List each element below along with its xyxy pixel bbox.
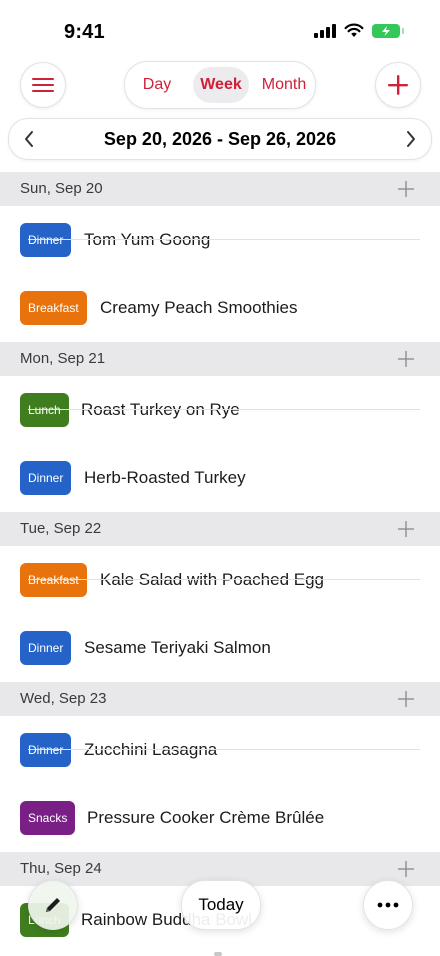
meal-name: Herb-Roasted Turkey <box>84 468 246 487</box>
meal-type-badge: Breakfast <box>20 563 87 597</box>
plus-icon[interactable] <box>398 181 414 197</box>
meal-name: Tom Yum Goong <box>84 230 211 249</box>
chevron-left-icon <box>25 131 33 147</box>
meal-type-badge: Dinner <box>20 733 72 767</box>
tab-day[interactable]: Day <box>131 62 183 108</box>
meal-name: Sesame Teriyaki Salmon <box>84 638 271 657</box>
day-section-header: Sun, Sep 20 <box>0 172 440 206</box>
wifi-icon <box>344 23 364 37</box>
view-mode-segmented-control: Day Week Month <box>124 61 316 109</box>
meal-row[interactable]: Dinner Tom Yum Goong <box>0 206 440 274</box>
meal-row[interactable]: Dinner Herb-Roasted Turkey <box>0 444 440 512</box>
meal-row[interactable]: Dinner Zucchini Lasagna <box>0 716 440 784</box>
date-range-title: Sep 20, 2026 - Sep 26, 2026 <box>103 129 337 149</box>
meal-name: Kale Salad with Poached Egg <box>100 570 324 589</box>
row-divider <box>28 239 420 240</box>
more-button[interactable] <box>363 880 413 930</box>
plus-icon[interactable] <box>398 351 414 367</box>
day-section-title: Tue, Sep 22 <box>20 520 102 537</box>
meal-name: Pressure Cooker Crème Brûlée <box>87 808 325 827</box>
day-section-header: Wed, Sep 23 <box>0 682 440 716</box>
meal-name: Zucchini Lasagna <box>84 740 218 759</box>
day-section-header: Mon, Sep 21 <box>0 342 440 376</box>
chevron-right-icon <box>407 131 415 147</box>
previous-week-button[interactable] <box>17 127 41 151</box>
tab-week[interactable]: Week <box>193 62 249 108</box>
meal-type-badge: Dinner <box>20 461 72 495</box>
plus-icon <box>388 75 408 95</box>
meal-name: Creamy Peach Smoothies <box>100 298 298 317</box>
row-divider <box>28 579 420 580</box>
row-divider <box>28 749 420 750</box>
ellipsis-icon <box>377 902 399 908</box>
meal-name: Roast Turkey on Rye <box>81 400 240 419</box>
plus-icon[interactable] <box>398 691 414 707</box>
meal-row[interactable]: Lunch Roast Turkey on Rye <box>0 376 440 444</box>
meal-row[interactable]: Breakfast Creamy Peach Smoothies <box>0 274 440 342</box>
plus-icon[interactable] <box>398 861 414 877</box>
status-bar: 9:41 <box>0 0 440 62</box>
meal-type-badge: Snacks <box>20 801 76 835</box>
tab-month[interactable]: Month <box>255 62 313 108</box>
meal-type-badge: Dinner <box>20 223 72 257</box>
status-time: 9:41 <box>64 21 105 43</box>
meal-row[interactable]: Dinner Sesame Teriyaki Salmon <box>0 614 440 682</box>
status-icons <box>314 23 404 38</box>
next-week-button[interactable] <box>399 127 423 151</box>
day-section-header: Tue, Sep 22 <box>0 512 440 546</box>
date-range-bar: Sep 20, 2026 - Sep 26, 2026 <box>8 118 432 160</box>
home-indicator <box>214 952 222 956</box>
meal-type-badge: Dinner <box>20 631 72 665</box>
day-section-title: Mon, Sep 21 <box>20 350 106 367</box>
meal-type-badge: Breakfast <box>20 291 87 325</box>
cellular-signal-icon <box>314 23 336 38</box>
row-divider <box>28 409 420 410</box>
day-section-title: Wed, Sep 23 <box>20 690 107 707</box>
meal-row[interactable]: Breakfast Kale Salad with Poached Egg <box>0 546 440 614</box>
edit-button[interactable] <box>28 880 78 930</box>
hamburger-icon <box>32 78 54 92</box>
meal-type-badge: Lunch <box>20 393 69 427</box>
today-button[interactable]: Today <box>181 880 261 930</box>
battery-charging-icon <box>372 23 404 38</box>
pencil-icon <box>46 898 60 912</box>
day-section-title: Sun, Sep 20 <box>20 180 103 197</box>
menu-button[interactable] <box>20 62 66 108</box>
add-button[interactable] <box>375 62 421 108</box>
plus-icon[interactable] <box>398 521 414 537</box>
meal-row[interactable]: Snacks Pressure Cooker Crème Brûlée <box>0 784 440 852</box>
